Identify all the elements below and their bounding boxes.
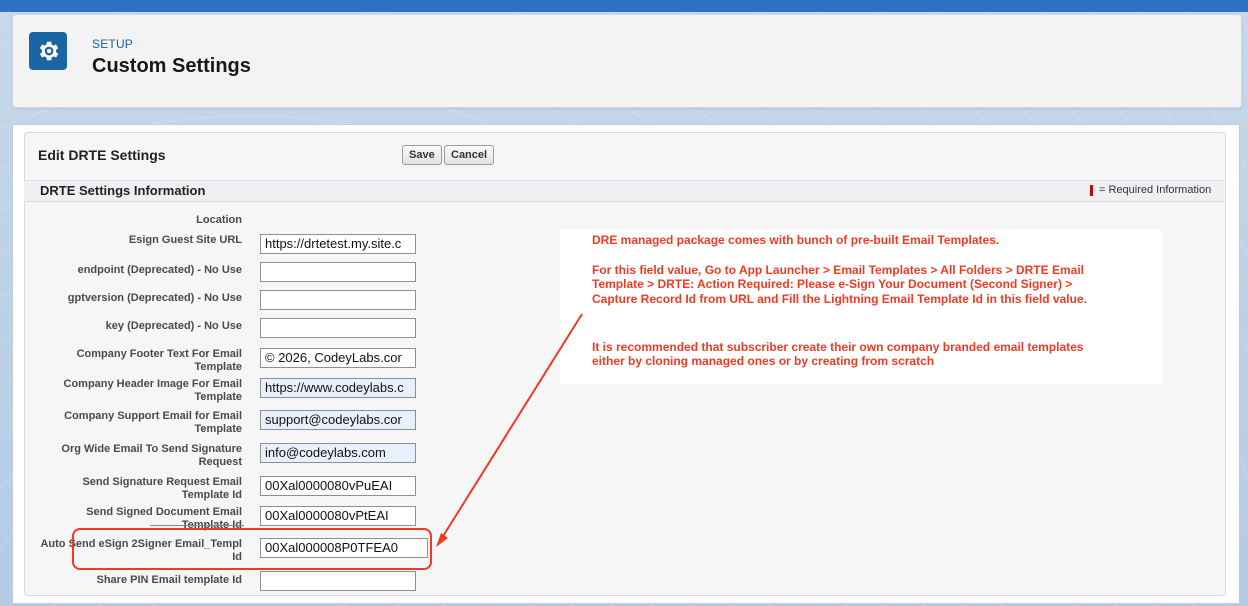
cancel-button[interactable]: Cancel [444,145,495,165]
gear-icon [29,32,67,70]
send-signed-document-template-field[interactable]: 00Xal0000080vPtEAI [260,506,416,526]
required-legend: = Required Information [1090,184,1211,196]
section-title: DRTE Settings Information [40,183,206,198]
company-footer-text-field[interactable]: © 2026, CodeyLabs.cor [260,348,416,368]
esign-guest-site-url-field[interactable]: https://drtetest.my.site.c [260,234,416,254]
required-legend-text: = Required Information [1099,184,1212,196]
org-wide-email-field[interactable]: info@codeylabs.com [260,443,416,463]
top-bar [0,0,1248,12]
note-line-1: DRE managed package comes with bunch of … [592,233,1000,247]
send-signature-request-template-field[interactable]: 00Xal0000080vPuEAI [260,476,416,496]
field-label-location: Location [196,214,242,226]
field-label-key: key (Deprecated) - No Use [105,320,242,332]
field-label-company-footer-text: Company Footer Text For Email Template [76,348,242,373]
company-support-email-field[interactable]: support@codeylabs.cor [260,410,416,430]
field-label-send-signed-document-template: Send Signed Document Email Template Id [86,506,242,531]
save-button[interactable]: Save [402,145,442,165]
setup-breadcrumb[interactable]: SETUP [92,37,133,51]
share-pin-template-field[interactable] [260,571,416,591]
field-label-company-header-image: Company Header Image For Email Template [63,378,243,403]
note-line-2: For this field value, Go to App Launcher… [592,263,1084,277]
note-line-3: Template > DRTE: Action Required: Please… [592,277,1073,291]
page-title: Custom Settings [92,55,251,77]
company-header-image-field[interactable]: https://www.codeylabs.c [260,378,416,398]
endpoint-field[interactable] [260,262,416,282]
required-indicator-icon [1090,184,1093,196]
gptversion-field[interactable] [260,290,416,310]
form-title: Edit DRTE Settings [38,147,166,163]
field-label-gptversion: gptversion (Deprecated) - No Use [67,292,242,304]
field-label-send-signature-request-template: Send Signature Request Email Template Id [82,476,242,501]
field-label-esign-guest-site-url: Esign Guest Site URL [128,234,242,246]
note-line-4: Capture Record Id from URL and Fill the … [592,292,1087,306]
auto-send-esign-2signer-template-field[interactable]: 00Xal000008P0TFEA0 [260,538,428,558]
note-line-6: either by cloning managed ones or by cre… [592,354,935,368]
field-label-company-support-email: Company Support Email for Email Template [64,410,242,435]
field-label-org-wide-email: Org Wide Email To Send Signature Request [61,443,242,468]
note-line-5: It is recommended that subscriber create… [592,340,1084,354]
field-label-share-pin-template: Share PIN Email template Id [96,574,243,586]
key-field[interactable] [260,318,416,338]
field-label-auto-send-esign-2signer: Auto Send eSign 2Signer Email_Templ Id [40,538,242,563]
field-label-endpoint: endpoint (Deprecated) - No Use [77,264,242,276]
overlap-divider [150,525,244,526]
